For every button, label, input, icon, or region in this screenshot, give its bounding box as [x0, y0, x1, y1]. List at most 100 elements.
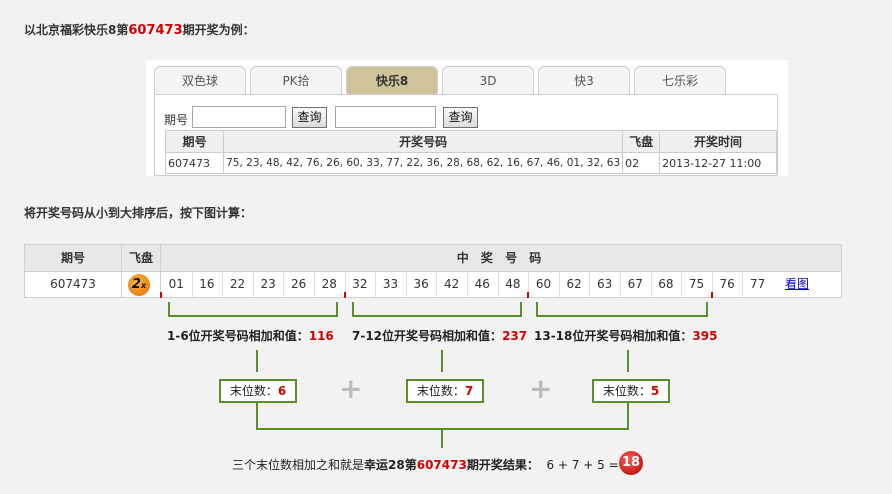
- header-time: 开奖时间: [659, 130, 777, 153]
- number-cell: 62: [566, 277, 582, 291]
- tab-kuaile8[interactable]: 快乐8: [346, 66, 438, 94]
- sum-3-colon: ：: [680, 329, 693, 343]
- divider: [314, 272, 315, 297]
- draw-header-issue: 期号: [60, 251, 85, 265]
- bracket-line: [520, 302, 522, 316]
- tail-box-1: 末位数：6: [219, 379, 297, 403]
- query-button-2[interactable]: 查询: [443, 107, 478, 128]
- result-header-row: 期号 开奖号码 飞盘 开奖时间: [164, 130, 777, 153]
- sum-2-label: 7-12位开奖号码相加: [352, 329, 467, 343]
- draw-header-fly: 飞盘: [128, 251, 153, 265]
- bracket-line: [168, 302, 170, 316]
- draw-table-header: 期号 飞盘 中 奖 号 码: [25, 245, 841, 272]
- divider: [681, 272, 683, 297]
- tab-3d[interactable]: 3D: [442, 66, 534, 94]
- bracket-line: [536, 315, 708, 317]
- plus-icon: +: [529, 372, 553, 405]
- row-issue: 607473: [164, 152, 225, 174]
- group-tick: [160, 292, 162, 298]
- final-suffix: 期开奖结果：: [466, 458, 539, 472]
- sum-1-colon: ：: [296, 329, 309, 343]
- issue-label: 期号: [164, 113, 189, 127]
- divider: [222, 272, 224, 297]
- divider: [191, 272, 193, 297]
- sum-3-text: 13-18位开奖号码相加和值：395: [534, 327, 717, 344]
- header-issue: 期号: [164, 130, 225, 153]
- tail-box-2: 末位数：7: [406, 379, 484, 403]
- bracket-line: [352, 315, 522, 317]
- group-tick: [343, 292, 346, 298]
- number-cell: 75: [688, 277, 705, 291]
- sum-1-label: 1-6位开奖号码相加: [167, 329, 273, 343]
- intro-prefix: 以北京福彩快乐8第: [24, 23, 129, 37]
- bracket-line: [168, 315, 338, 317]
- divider: [405, 272, 407, 297]
- group-tick: [527, 292, 530, 298]
- sum-3-label: 13-18位开奖号码相加: [534, 329, 657, 343]
- fly-value: 2: [131, 277, 141, 292]
- final-issue: 607473: [416, 458, 467, 472]
- tail-box-3: 末位数：5: [592, 379, 670, 403]
- number-cell: 26: [291, 277, 307, 291]
- divider: [436, 272, 438, 297]
- header-fly: 飞盘: [622, 130, 661, 153]
- number-cell: 32: [352, 277, 368, 291]
- row-numbers: 75, 23, 48, 42, 76, 26, 60, 33, 77, 22, …: [223, 152, 624, 174]
- connector-line: [256, 350, 258, 372]
- fly-badge-icon: 2x: [128, 274, 150, 296]
- number-cell: 01: [168, 277, 184, 291]
- lottery-panel: 双色球 PK拾 快乐8 3D 快3 七乐彩 期号 查询 查询 期号 开奖号码 飞…: [146, 60, 788, 176]
- query-button[interactable]: 查询: [292, 107, 327, 128]
- tab-kuai3[interactable]: 快3: [538, 66, 630, 94]
- number-cell: 42: [444, 277, 460, 291]
- tail-2-label: 末位数：: [416, 384, 465, 398]
- number-cell: 22: [229, 277, 246, 291]
- number-cell: 36: [413, 277, 429, 291]
- draw-table: 期号 飞盘 中 奖 号 码 607473 01 16 22 23 26 28 32 33 36 4…: [24, 244, 842, 298]
- bracket-line: [352, 302, 354, 316]
- tail-1-label: 末位数：: [229, 384, 278, 398]
- sum-3-value: 395: [692, 329, 718, 343]
- number-cell: 16: [199, 277, 215, 291]
- final-text: 三个末位数相加之和就是幸运28第607473期开奖结果： 6 + 7 + 5 =: [232, 456, 619, 473]
- merge-line: [256, 403, 258, 429]
- number-cell: 67: [627, 277, 643, 291]
- divider: [742, 272, 744, 297]
- draw-header-numbers: 中 奖 号 码: [456, 251, 546, 265]
- number-cell: 33: [382, 277, 399, 291]
- sum-2-bold: 和值: [466, 329, 491, 343]
- table-row: 607473 75, 23, 48, 42, 76, 26, 60, 33, 7…: [164, 152, 777, 174]
- final-formula: 6 + 7 + 5 =: [546, 458, 619, 472]
- issue-input[interactable]: [192, 106, 286, 128]
- bracket-line: [536, 302, 538, 316]
- tail-2-value: 7: [464, 384, 474, 398]
- row-time: 2013-12-27 11:00: [659, 152, 777, 174]
- tail-3-value: 5: [650, 384, 660, 398]
- number-cell: 76: [719, 277, 735, 291]
- tab-pk10[interactable]: PK拾: [250, 66, 342, 94]
- fly-suffix: x: [140, 281, 147, 290]
- view-chart-link[interactable]: 看图: [773, 272, 821, 297]
- divider: [497, 272, 499, 297]
- draw-issue: 607473: [50, 277, 96, 291]
- number-cell: 63: [597, 277, 613, 291]
- result-table: 期号 开奖号码 飞盘 开奖时间 607473 75, 23, 48, 42, 7…: [164, 130, 777, 174]
- number-cell: 23: [260, 277, 276, 291]
- sum-2-value: 237: [502, 329, 528, 343]
- issue-input-2[interactable]: [335, 106, 436, 128]
- divider: [620, 272, 621, 297]
- intro-text: 以北京福彩快乐8第607473期开奖为例：: [24, 21, 255, 38]
- sum-3-bold: 和值: [656, 329, 681, 343]
- connector-line: [441, 350, 443, 372]
- header-numbers: 开奖号码: [223, 130, 624, 153]
- divider: [252, 272, 254, 297]
- sum-2-colon: ：: [490, 329, 503, 343]
- tab-shuangseqiu[interactable]: 双色球: [154, 66, 246, 94]
- query-box: 期号 查询 查询 期号 开奖号码 飞盘 开奖时间 607473 75, 23, …: [154, 94, 778, 176]
- number-cell: 48: [505, 277, 521, 291]
- divider: [558, 272, 560, 297]
- divider: [650, 272, 652, 297]
- tail-3-label: 末位数：: [602, 384, 651, 398]
- tab-qilecai[interactable]: 七乐彩: [634, 66, 726, 94]
- sum-1-bold: 和值: [272, 329, 297, 343]
